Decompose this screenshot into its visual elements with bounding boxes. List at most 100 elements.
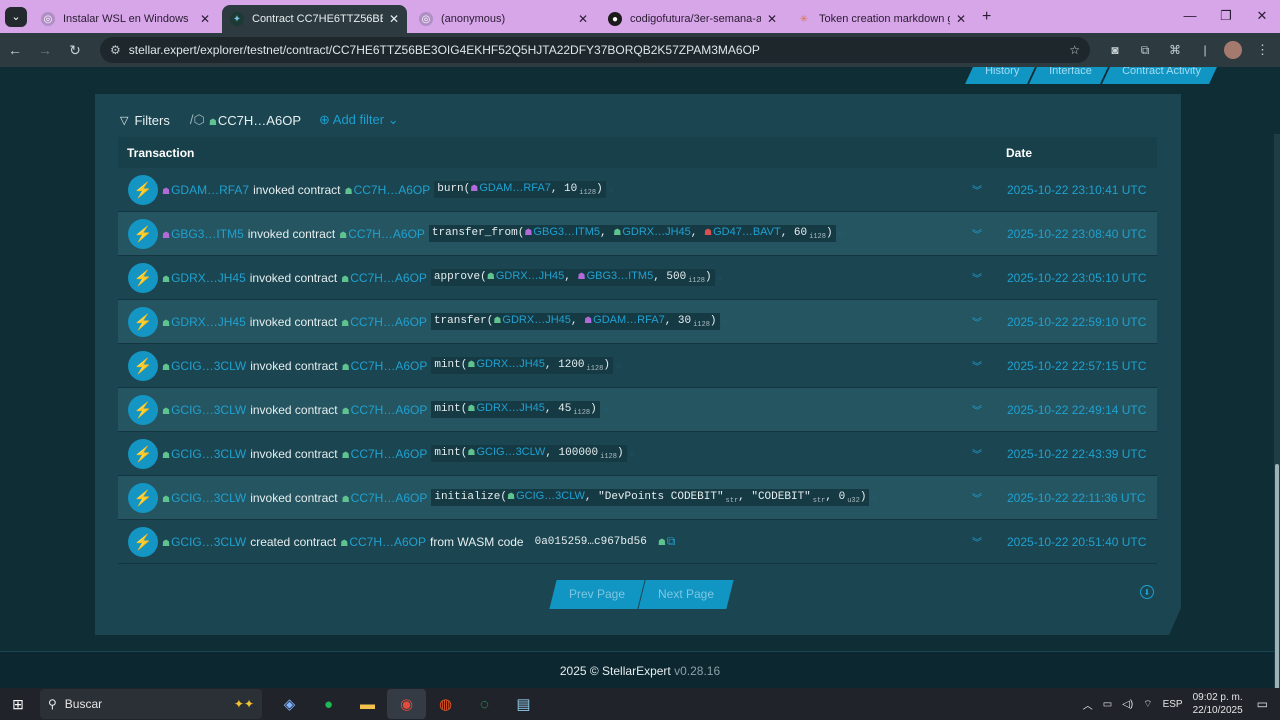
transaction-date[interactable]: 2025-10-22 23:10:41 UTC <box>1007 183 1146 197</box>
account-link[interactable]: GDRX…JH45 <box>162 315 246 329</box>
info-icon[interactable]: ◌ <box>630 449 635 458</box>
info-icon[interactable]: ◌ <box>616 361 621 370</box>
download-icon[interactable]: ⬇ <box>1140 585 1154 599</box>
transaction-date[interactable]: 2025-10-22 22:49:14 UTC <box>1007 403 1146 417</box>
extensions-puzzle-icon[interactable]: ⧉ <box>1130 43 1160 58</box>
windows-start-icon[interactable]: ⊞ <box>0 696 36 713</box>
expand-chevron-icon[interactable]: ︾ <box>972 358 982 373</box>
notification-icon[interactable]: ▭ <box>1257 697 1268 711</box>
account-link[interactable]: GCIG…3CLW <box>162 447 246 461</box>
info-icon[interactable]: ◌ <box>872 493 877 502</box>
account-link[interactable]: GBG3…ITM5 <box>162 227 244 241</box>
account-link[interactable]: CC7H…A6OP <box>342 447 428 461</box>
browser-tab-1[interactable]: ✦ Contract CC7HE6TTZ56BE3OIG4 ✕ <box>222 5 407 33</box>
wasm-code[interactable]: 0a015259…c967bd56 <box>532 535 650 549</box>
account-link[interactable]: CC7H…A6OP <box>340 535 426 549</box>
transaction-date[interactable]: 2025-10-22 22:57:15 UTC <box>1007 359 1146 373</box>
account-link[interactable]: CC7H…A6OP <box>342 403 428 417</box>
expand-chevron-icon[interactable]: ︾ <box>972 226 982 241</box>
chrome-icon[interactable]: ◉ <box>387 689 426 719</box>
account-link[interactable]: CC7H…A6OP <box>342 491 428 505</box>
account-link[interactable]: GDRX…JH45 <box>493 314 571 326</box>
expand-chevron-icon[interactable]: ︾ <box>972 182 982 197</box>
maximize-icon[interactable]: ❐ <box>1208 0 1244 32</box>
prev-page-button[interactable]: Prev Page <box>549 580 645 609</box>
back-icon[interactable]: ← <box>0 42 30 58</box>
spotify-icon[interactable]: ● <box>309 689 348 719</box>
table-row[interactable]: ⚡GDRX…JH45invoked contractCC7H…A6OPtrans… <box>118 300 1157 344</box>
account-link[interactable]: GCIG…3CLW <box>467 446 545 458</box>
wifi-icon[interactable]: ⌔ <box>1143 698 1152 711</box>
account-link[interactable]: CC7H…A6OP <box>342 359 428 373</box>
contract-filter-chip[interactable]: CC7H…A6OP <box>209 113 301 128</box>
language-indicator[interactable]: ESP <box>1163 699 1183 710</box>
browser-tab-0[interactable]: ◎ Instalar WSL en Windows ✕ <box>33 5 218 33</box>
expand-chevron-icon[interactable]: ︾ <box>972 270 982 285</box>
network-icon[interactable]: ▭ <box>1103 699 1112 710</box>
close-tab-icon[interactable]: ✕ <box>767 12 777 26</box>
minimize-icon[interactable]: — <box>1172 0 1208 32</box>
profile-avatar[interactable] <box>1224 41 1242 59</box>
table-row[interactable]: ⚡ GCIG…3CLW invoked contract CC7H…A6OPiniti… <box>118 476 1157 520</box>
table-row[interactable]: ⚡GDRX…JH45invoked contractCC7H…A6OPappro… <box>118 256 1157 300</box>
expand-chevron-icon[interactable]: ︾ <box>972 314 982 329</box>
transaction-date[interactable]: 2025-10-22 23:05:10 UTC <box>1007 271 1146 285</box>
tab-contract-activity[interactable]: Contract Activity <box>1102 67 1217 84</box>
table-row[interactable]: ⚡ GCIG…3CLW invoked contract CC7H…A6OPmint(… <box>118 432 1157 476</box>
browser-tab-3[interactable]: ● codigofutura/3er-semana-aplic ✕ <box>600 5 785 33</box>
scrollbar-thumb[interactable] <box>1275 464 1279 688</box>
account-link[interactable]: GDAM…RFA7 <box>584 314 665 326</box>
tab-search-button[interactable]: ⌄ <box>5 6 27 27</box>
tab-history[interactable]: History <box>965 67 1036 84</box>
close-tab-icon[interactable]: ✕ <box>389 12 399 26</box>
file-explorer-icon[interactable]: ▬ <box>348 689 387 719</box>
site-info-icon[interactable]: ⚙ <box>110 43 121 57</box>
account-link[interactable]: GBG3…ITM5 <box>577 270 653 282</box>
close-window-icon[interactable]: ✕ <box>1244 0 1280 32</box>
translate-icon[interactable]: ⌘ <box>1160 43 1190 58</box>
account-link[interactable]: GDAM…RFA7 <box>470 182 551 194</box>
table-row[interactable]: ⚡GBG3…ITM5invoked contractCC7H…A6OPtrans… <box>118 212 1157 256</box>
camera-icon[interactable]: ◙ <box>1100 43 1130 58</box>
account-link[interactable]: CC7H…A6OP <box>339 227 425 241</box>
info-icon[interactable]: ◌ <box>718 273 723 282</box>
browser-tab-4[interactable]: ✳ Token creation markdown guide ✕ <box>789 5 974 33</box>
account-link[interactable]: GDRX…JH45 <box>467 358 545 370</box>
expand-chevron-icon[interactable]: ︾ <box>972 490 982 505</box>
url-bar[interactable]: ⚙ stellar.expert/explorer/testnet/contra… <box>100 37 1090 63</box>
account-link[interactable]: GD47…BAVT <box>704 226 781 238</box>
transaction-date[interactable]: 2025-10-22 20:51:40 UTC <box>1007 535 1146 549</box>
info-icon[interactable]: ◌ <box>839 229 844 238</box>
expand-chevron-icon[interactable]: ︾ <box>972 402 982 417</box>
taskbar-search[interactable]: ⚲ Buscar ✦✦ <box>40 689 262 719</box>
url-text[interactable]: stellar.expert/explorer/testnet/contract… <box>129 43 1069 57</box>
transaction-date[interactable]: 2025-10-22 23:08:40 UTC <box>1007 227 1146 241</box>
transaction-date[interactable]: 2025-10-22 22:59:10 UTC <box>1007 315 1146 329</box>
transaction-date[interactable]: 2025-10-22 22:11:36 UTC <box>1007 491 1146 505</box>
info-icon[interactable]: ◌ <box>723 317 728 326</box>
close-tab-icon[interactable]: ✕ <box>956 12 966 26</box>
whatsapp-icon[interactable]: ◌ <box>465 689 504 719</box>
ubuntu-icon[interactable]: ◍ <box>426 689 465 719</box>
account-link[interactable]: GDRX…JH45 <box>487 270 565 282</box>
account-link[interactable]: GCIG…3CLW <box>162 491 246 505</box>
browser-tab-2[interactable]: ◎ (anonymous) ✕ <box>411 5 596 33</box>
add-filter-button[interactable]: ⊕ Add filter ⌄ <box>319 112 399 128</box>
more-menu-icon[interactable]: ⋮ <box>1256 42 1269 58</box>
close-tab-icon[interactable]: ✕ <box>578 12 588 26</box>
account-link[interactable]: CC7H…A6OP <box>341 271 427 285</box>
new-tab-icon[interactable]: + <box>982 8 991 26</box>
tab-interface[interactable]: Interface <box>1029 67 1109 84</box>
notepad-icon[interactable]: ▤ <box>504 689 543 719</box>
account-link[interactable]: GDRX…JH45 <box>613 226 691 238</box>
account-link[interactable]: GCIG…3CLW <box>162 403 246 417</box>
account-link[interactable]: CC7H…A6OP <box>344 183 431 197</box>
table-row[interactable]: ⚡ GDAM…RFA7 invoked contractCC7H…A6OPburn(… <box>118 168 1157 212</box>
copilot-icon[interactable]: ◈ <box>270 689 309 719</box>
account-link[interactable]: GBG3…ITM5 <box>524 226 600 238</box>
expand-chevron-icon[interactable]: ︾ <box>972 446 982 461</box>
page-scrollbar[interactable] <box>1274 134 1280 688</box>
account-link[interactable]: GDRX…JH45 <box>162 271 246 285</box>
account-link[interactable]: GCIG…3CLW <box>162 359 246 373</box>
table-row[interactable]: ⚡ GCIG…3CLW created contractCC7H…A6OP from … <box>118 520 1157 564</box>
